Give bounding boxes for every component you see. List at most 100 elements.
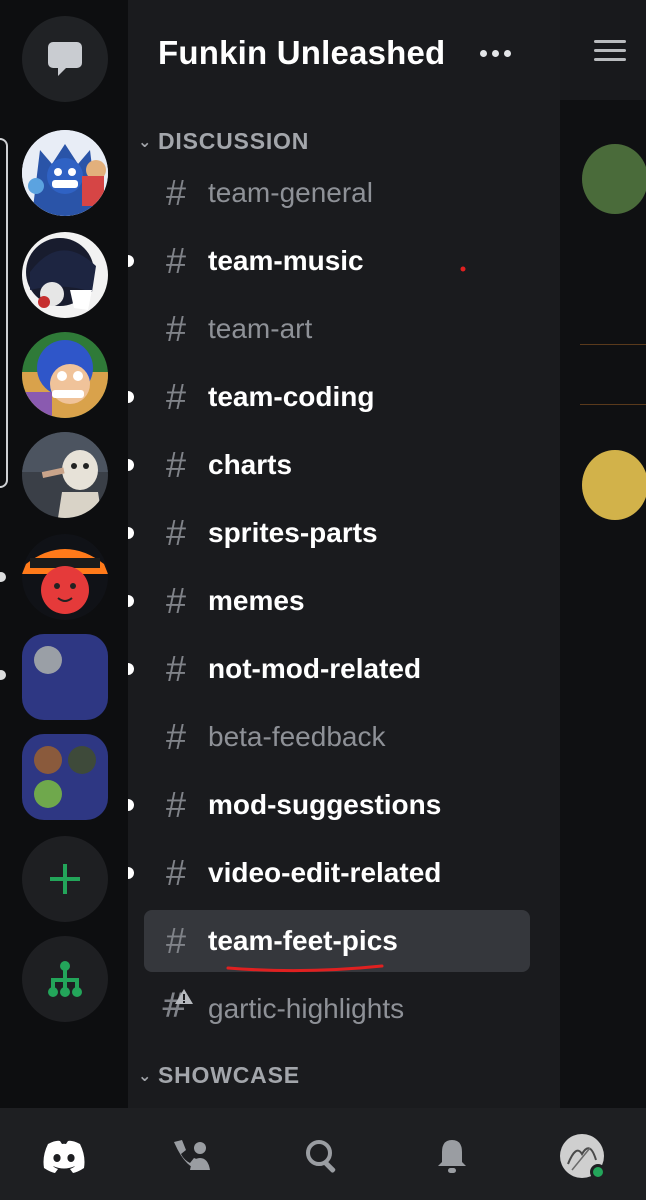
channel-name: beta-feedback <box>208 721 386 752</box>
channel-name: team-music <box>208 245 364 276</box>
channel-name: charts <box>208 449 293 480</box>
channel-name: team-general <box>208 177 373 208</box>
explore-servers-button[interactable] <box>22 936 108 1022</box>
add-server-button[interactable] <box>22 836 108 922</box>
plus-icon <box>50 864 80 894</box>
category-label: SHOWCASE <box>158 1062 300 1088</box>
channel-team-art[interactable]: # team-art <box>144 298 530 360</box>
channel-name: team-coding <box>208 381 375 412</box>
server-folder-1[interactable] <box>22 634 108 720</box>
message-divider <box>580 344 646 345</box>
server-unread-indicator <box>0 572 6 582</box>
channel-name: video-edit-related <box>208 857 442 888</box>
channel-team-coding[interactable]: # team-coding <box>128 366 530 428</box>
unread-indicator <box>128 391 134 403</box>
hashtag-icon: # <box>165 444 187 485</box>
category-label: DISCUSSION <box>158 128 310 154</box>
message-author-avatar[interactable] <box>582 144 646 214</box>
server-discovery-icon <box>48 961 82 997</box>
server-avatar-image <box>22 232 108 318</box>
more-options-icon[interactable] <box>480 50 511 57</box>
server-icon-2[interactable] <box>22 232 108 318</box>
hashtag-icon: # <box>165 852 187 893</box>
friends-tab[interactable] <box>166 1134 214 1178</box>
channel-sprites-parts[interactable]: # sprites-parts <box>128 502 530 564</box>
online-status-indicator <box>590 1164 606 1180</box>
unread-indicator <box>128 527 134 539</box>
channel-gartic-highlights[interactable]: # gartic-highlights <box>144 978 530 1040</box>
server-icon-3[interactable] <box>22 332 108 418</box>
hash-warning-icon: # <box>144 985 208 1034</box>
hashtag-icon: # <box>165 308 187 349</box>
profile-tab[interactable] <box>558 1134 606 1180</box>
direct-messages-button[interactable] <box>22 16 108 102</box>
unread-indicator <box>128 459 134 471</box>
channel-not-mod-related[interactable]: # not-mod-related <box>128 638 530 700</box>
unread-indicator <box>128 663 134 675</box>
channel-memes[interactable]: # memes <box>128 570 530 632</box>
search-icon <box>306 1140 336 1173</box>
chevron-down-icon: ⌄ <box>138 133 153 151</box>
unread-indicator <box>128 799 134 811</box>
server-avatar-image <box>22 130 108 216</box>
server-rail <box>0 0 128 1108</box>
unread-indicator <box>128 867 134 879</box>
hashtag-icon: # <box>165 716 187 757</box>
hamburger-menu-icon[interactable] <box>594 40 626 67</box>
channel-list-panel: Funkin Unleashed ⌄ DISCUSSION # team-gene… <box>128 0 560 1108</box>
channel-mod-suggestions[interactable]: # mod-suggestions <box>128 774 530 836</box>
home-tab[interactable] <box>40 1134 88 1178</box>
folder-server-avatar <box>68 746 96 774</box>
profile-avatar <box>560 1134 606 1180</box>
server-icon-1[interactable] <box>22 130 108 216</box>
search-tab[interactable] <box>298 1134 346 1178</box>
bottom-navigation <box>0 1108 646 1200</box>
channel-charts[interactable]: # charts <box>128 434 530 496</box>
server-avatar-image <box>22 534 108 620</box>
channel-name: sprites-parts <box>208 517 378 548</box>
channel-name: not-mod-related <box>208 653 422 684</box>
channel-name: mod-suggestions <box>208 789 442 820</box>
folder-server-avatar <box>34 746 62 774</box>
category-showcase[interactable]: ⌄ SHOWCASE <box>138 1062 300 1089</box>
chevron-down-icon: ⌄ <box>138 1067 153 1085</box>
hashtag-icon: # <box>165 784 187 825</box>
message-author-avatar[interactable] <box>582 450 646 520</box>
hashtag-icon: # <box>165 240 187 281</box>
channel-name: team-feet-pics <box>208 925 398 956</box>
channel-name: memes <box>208 585 305 616</box>
message-divider <box>580 404 646 405</box>
red-underline-annotation <box>226 964 384 973</box>
server-name[interactable]: Funkin Unleashed <box>158 34 445 72</box>
channel-video-edit-related[interactable]: # video-edit-related <box>128 842 530 904</box>
friends-icon <box>174 1140 210 1170</box>
server-avatar-image <box>22 432 108 518</box>
notifications-tab[interactable] <box>428 1134 476 1178</box>
hashtag-icon: # <box>165 920 187 961</box>
server-folder-2[interactable] <box>22 734 108 820</box>
folder-server-avatar <box>34 780 62 808</box>
red-dot-annotation <box>460 266 466 272</box>
hashtag-icon: # <box>165 376 187 417</box>
category-discussion[interactable]: ⌄ DISCUSSION <box>138 128 309 155</box>
hashtag-icon: # <box>165 580 187 621</box>
hashtag-icon: # <box>165 172 187 213</box>
server-icon-5[interactable] <box>22 534 108 620</box>
hashtag-icon: # <box>165 512 187 553</box>
server-unread-indicator <box>0 670 6 680</box>
discord-home-icon <box>43 1140 85 1173</box>
unread-indicator <box>128 255 134 267</box>
chat-bubble-icon <box>48 42 82 76</box>
channel-name: gartic-highlights <box>208 993 405 1024</box>
hashtag-icon: # <box>165 648 187 689</box>
notifications-icon <box>438 1140 466 1173</box>
folder-server-avatar <box>34 646 62 674</box>
rail-scroll-frame <box>0 138 8 488</box>
unread-indicator <box>128 595 134 607</box>
channel-team-music[interactable]: # team-music <box>128 230 530 292</box>
server-icon-4[interactable] <box>22 432 108 518</box>
channel-name: team-art <box>208 313 313 344</box>
channel-beta-feedback[interactable]: # beta-feedback <box>144 706 530 768</box>
channel-team-general[interactable]: # team-general <box>144 162 530 224</box>
server-avatar-image <box>22 332 108 418</box>
